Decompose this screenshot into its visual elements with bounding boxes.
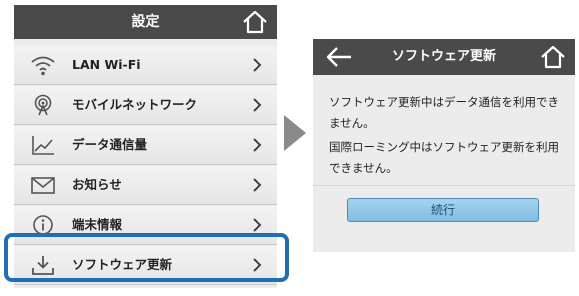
menu-item-notices[interactable]: お知らせ: [14, 166, 277, 205]
home-button[interactable]: [539, 44, 567, 70]
menu-item-label: モバイルネットワーク: [72, 97, 198, 112]
data-usage-icon: [30, 134, 56, 156]
menu-item-lan-wifi[interactable]: LAN Wi-Fi: [14, 46, 277, 85]
page-title: 設定: [131, 14, 160, 30]
chevron-right-icon: [251, 137, 263, 153]
menu-item-label: LAN Wi-Fi: [72, 57, 141, 72]
software-update-screen: ソフトウェア更新 ソフトウェア更新中はデータ通信を利用できません。 国際ローミン…: [313, 39, 575, 252]
update-warning-text: ソフトウェア更新中はデータ通信を利用できません。: [329, 95, 559, 130]
settings-header: 設定: [14, 5, 277, 39]
mobile-network-icon: [30, 94, 56, 116]
divider: [313, 185, 575, 186]
home-icon: [541, 45, 565, 69]
menu-item-mobile-network[interactable]: モバイルネットワーク: [14, 86, 277, 125]
page-title: ソフトウェア更新: [391, 49, 496, 64]
menu-item-label: お知らせ: [72, 177, 122, 192]
menu-item-label: データ通信量: [72, 137, 148, 152]
chevron-right-icon: [251, 57, 263, 73]
chevron-right-icon: [251, 97, 263, 113]
transition-arrow-icon: [282, 113, 308, 153]
home-icon: [243, 10, 267, 34]
update-header: ソフトウェア更新: [313, 39, 575, 75]
chevron-right-icon: [251, 177, 263, 193]
continue-button[interactable]: 続行: [347, 198, 539, 222]
roaming-warning-text: 国際ローミング中はソフトウェア更新を利用できません。: [329, 140, 559, 175]
wifi-icon: [30, 54, 56, 76]
chevron-right-icon: [251, 217, 263, 233]
highlight-frame: [4, 233, 289, 282]
home-button[interactable]: [241, 9, 269, 35]
mail-icon: [30, 174, 56, 196]
menu-item-data-usage[interactable]: データ通信量: [14, 126, 277, 165]
